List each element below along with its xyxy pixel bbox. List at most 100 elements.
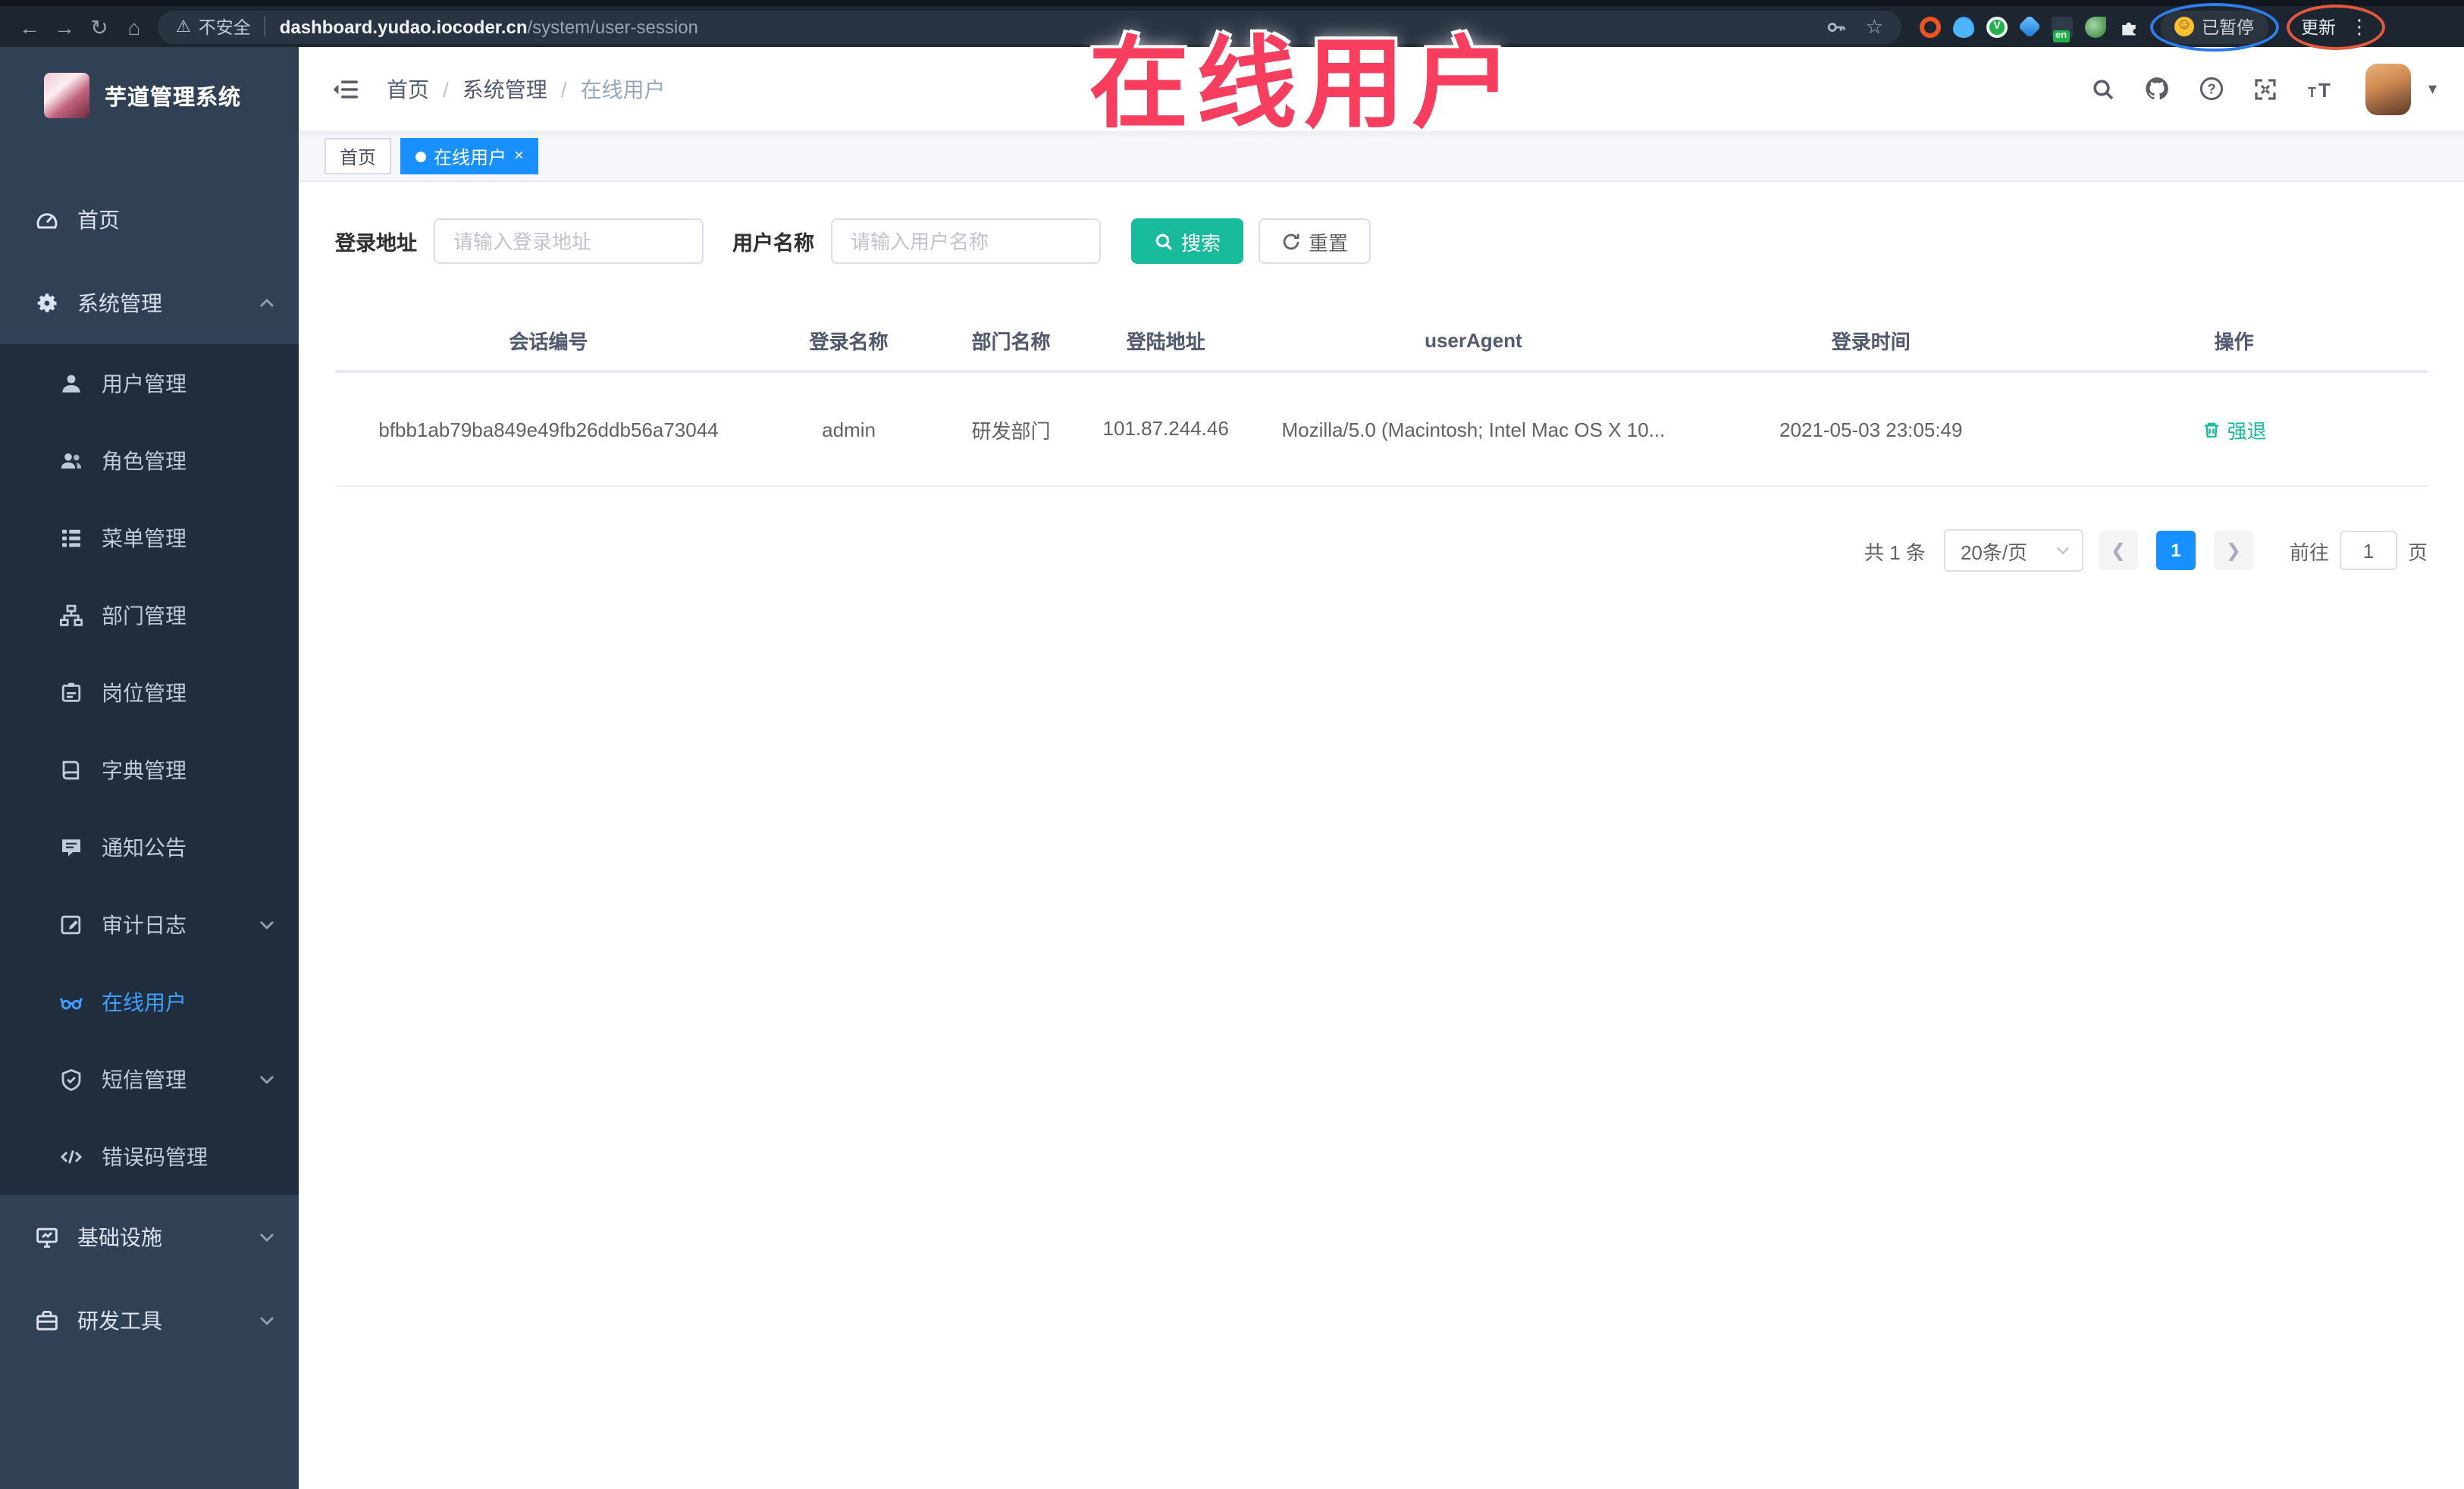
- screen: 在线用户 ← → ↻ ⌂ ⚠ 不安全 dashboard.yudao.iocod…: [0, 0, 2464, 1489]
- force-logout-button[interactable]: 强退: [2202, 415, 2267, 444]
- chevron-down-icon: [259, 1315, 274, 1324]
- browser-update-group: 更新 ⋮: [2286, 4, 2384, 49]
- browser-forward-icon[interactable]: →: [47, 16, 82, 37]
- current-page-button[interactable]: 1: [2155, 531, 2196, 570]
- message-bubble-icon: [59, 835, 83, 859]
- browser-reload-icon[interactable]: ↻: [82, 16, 117, 37]
- sidebar-item-dict-management[interactable]: 字典管理: [0, 731, 299, 808]
- id-badge-icon: [59, 680, 83, 704]
- tag-active-dot: [415, 151, 427, 161]
- sidebar-item-home[interactable]: 首页: [0, 177, 299, 261]
- extension-orange-donut-icon[interactable]: [1920, 16, 1941, 37]
- breadcrumb-system[interactable]: 系统管理: [462, 74, 547, 104]
- sidebar-item-post-management[interactable]: 岗位管理: [0, 654, 299, 731]
- page-size-select[interactable]: 20条/页: [1943, 529, 2083, 572]
- tag-online-users[interactable]: 在线用户 ×: [400, 138, 539, 174]
- font-size-icon[interactable]: TT: [2307, 77, 2337, 101]
- app-title: 芋道管理系统: [105, 86, 241, 110]
- sidebar-menu: 首页 系统管理 用户管理 角色管理 菜单管理 部门管理 岗位管理 字典管理 通知…: [0, 144, 299, 1362]
- cell-ip: 101.87.244.46: [1086, 371, 1246, 487]
- app-logo: [44, 73, 89, 118]
- sidebar-item-system-management[interactable]: 系统管理: [0, 261, 299, 344]
- sidebar-item-menu-management[interactable]: 菜单管理: [0, 499, 299, 576]
- jump-page-input[interactable]: [2339, 531, 2397, 570]
- browser-back-icon[interactable]: ←: [12, 16, 47, 37]
- org-tree-icon: [59, 603, 83, 627]
- search-button[interactable]: 搜索: [1131, 218, 1244, 264]
- not-secure-label: 不安全: [198, 19, 251, 37]
- tags-view-bar: 首页 在线用户 ×: [299, 132, 2464, 182]
- navbar-actions: ? TT ▾: [2092, 63, 2437, 114]
- address-bar[interactable]: ⚠ 不安全 dashboard.yudao.iocoder.cn /system…: [158, 10, 1901, 43]
- tree-list-icon: [59, 525, 83, 550]
- breadcrumb-home[interactable]: 首页: [387, 74, 429, 104]
- sidebar-item-audit-log[interactable]: 审计日志: [0, 886, 299, 963]
- reset-button[interactable]: 重置: [1259, 218, 1372, 264]
- jump-prefix-label: 前往: [2289, 541, 2329, 563]
- extension-green-v-icon[interactable]: V: [1986, 16, 2008, 37]
- page-content: 登录地址 用户名称 搜索 重置: [299, 182, 2464, 1489]
- sidebar-item-role-management[interactable]: 角色管理: [0, 422, 299, 499]
- jump-suffix-label: 页: [2407, 541, 2428, 563]
- tag-close-icon[interactable]: ×: [514, 147, 524, 165]
- sidebar-item-error-code[interactable]: 错误码管理: [0, 1118, 299, 1195]
- bookmark-star-icon[interactable]: ☆: [1866, 14, 1883, 39]
- login-address-input[interactable]: [434, 218, 704, 264]
- sidebar-item-sms-management[interactable]: 短信管理: [0, 1040, 299, 1118]
- sidebar-item-dev-tools[interactable]: 研发工具: [0, 1278, 299, 1362]
- extension-blue-drop-icon[interactable]: [1953, 16, 1974, 37]
- login-address-label: 登录地址: [335, 232, 417, 255]
- dashboard-icon: [35, 207, 59, 231]
- username-input[interactable]: [831, 218, 1101, 264]
- sidebar-item-online-users[interactable]: 在线用户: [0, 963, 299, 1040]
- glasses-icon: [59, 989, 83, 1014]
- paused-badge-label: 已暂停: [2202, 19, 2254, 37]
- fullscreen-icon[interactable]: [2254, 77, 2278, 101]
- table-header-row: 会话编号 登录名称 部门名称 登陆地址 userAgent 登录时间 操作: [335, 309, 2428, 373]
- sidebar-item-infrastructure[interactable]: 基础设施: [0, 1195, 299, 1278]
- col-login-time: 登录时间: [1701, 309, 2041, 373]
- next-page-button[interactable]: ❯: [2213, 531, 2253, 570]
- browser-menu-kebab-icon[interactable]: ⋮: [2350, 14, 2369, 39]
- extension-blue-gem-icon[interactable]: [2017, 14, 2042, 39]
- github-icon[interactable]: [2145, 76, 2171, 102]
- col-dept-name: 部门名称: [936, 309, 1086, 373]
- update-button[interactable]: 更新: [2301, 14, 2336, 39]
- code-icon: [59, 1144, 83, 1168]
- cell-user-agent: Mozilla/5.0 (Macintosh; Intel Mac OS X 1…: [1245, 371, 1702, 487]
- svg-text:?: ?: [2208, 81, 2216, 96]
- prev-page-button[interactable]: ❮: [2098, 531, 2138, 570]
- browser-home-icon[interactable]: ⌂: [117, 16, 152, 37]
- col-login-address: 登陆地址: [1086, 309, 1246, 373]
- user-avatar[interactable]: [2365, 63, 2412, 114]
- sidebar-collapse-icon[interactable]: [332, 77, 359, 101]
- sidebar-item-dept-management[interactable]: 部门管理: [0, 576, 299, 654]
- smiley-emoji-icon: ☺: [2174, 17, 2194, 36]
- tag-home[interactable]: 首页: [324, 138, 392, 174]
- toolbox-icon: [35, 1308, 59, 1332]
- sidebar-logo-row[interactable]: 芋道管理系统: [0, 47, 299, 144]
- help-icon[interactable]: ?: [2199, 76, 2225, 102]
- breadcrumb-current: 在线用户: [580, 77, 666, 101]
- avatar-caret-down-icon[interactable]: ▾: [2428, 79, 2437, 99]
- table-row: bfbb1ab79ba849e49fb26ddb56a73044 admin 研…: [335, 371, 2428, 487]
- cell-login-time: 2021-05-03 23:05:49: [1701, 371, 2041, 487]
- book-icon: [59, 757, 83, 782]
- profile-paused-chip[interactable]: ☺ 已暂停: [2150, 2, 2277, 51]
- password-key-icon[interactable]: [1826, 16, 1848, 37]
- select-caret-down-icon: [2056, 546, 2070, 555]
- chevron-down-icon: [259, 1232, 274, 1241]
- not-secure-warning-icon: ⚠: [176, 18, 191, 36]
- chevron-down-icon: [259, 1074, 274, 1083]
- extension-green-leaf-icon[interactable]: [2085, 16, 2106, 37]
- sidebar-item-user-management[interactable]: 用户管理: [0, 344, 299, 422]
- main-area: 首页 / 系统管理 / 在线用户 ? T T ▾ 首页 在线用户 × 登录地址 …: [299, 47, 2464, 1489]
- col-actions: 操作: [2040, 309, 2428, 373]
- extension-translate-icon[interactable]: en: [2052, 16, 2073, 42]
- search-icon[interactable]: [2092, 77, 2116, 101]
- extensions-puzzle-icon[interactable]: [2118, 16, 2140, 37]
- pen-square-icon: [59, 912, 83, 936]
- username-label: 用户名称: [732, 232, 814, 255]
- sidebar-item-notice[interactable]: 通知公告: [0, 808, 299, 886]
- extensions-tray: V en: [1920, 14, 2140, 42]
